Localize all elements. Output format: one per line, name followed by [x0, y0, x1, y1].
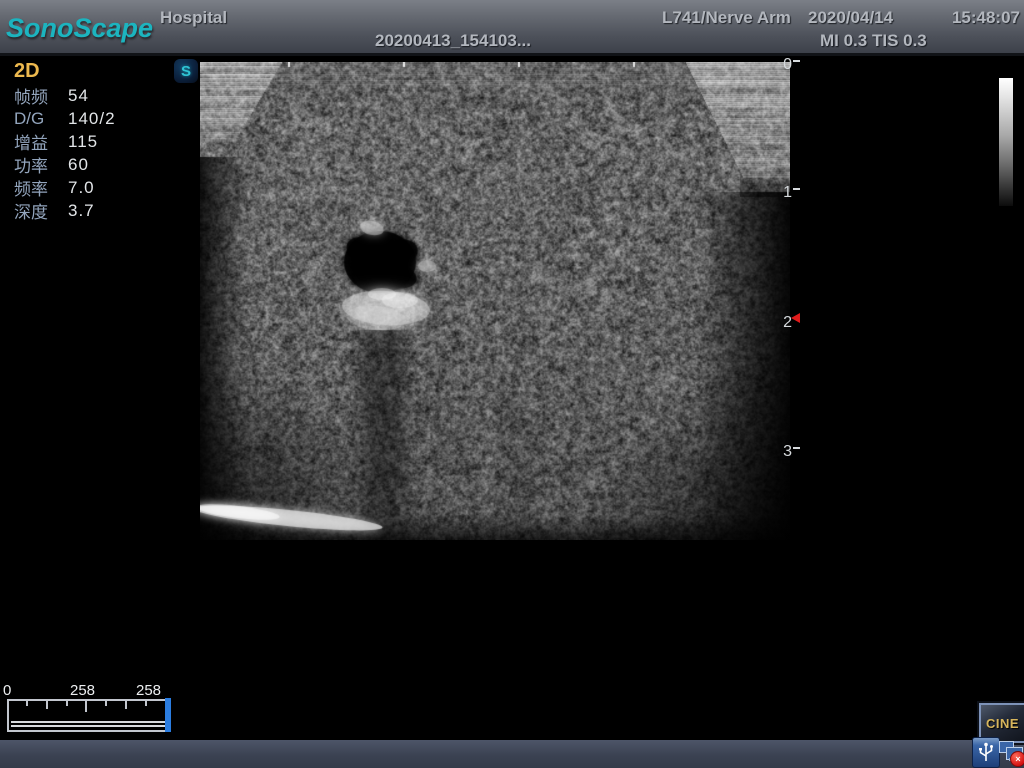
param-label: D/G	[14, 109, 68, 129]
study-id: 20200413_154103...	[375, 31, 531, 51]
orientation-letter: S	[181, 63, 191, 80]
param-row-frequency: 频率 7.0	[14, 176, 174, 199]
param-row-power: 功率 60	[14, 153, 174, 176]
depth-marker-0: 0	[776, 56, 810, 74]
depth-tick	[793, 60, 800, 62]
param-row-gain: 增益 115	[14, 130, 174, 153]
ruler-tick	[26, 701, 28, 706]
ruler-tick	[66, 701, 68, 706]
hospital-name: Hospital	[160, 8, 227, 28]
cine-cursor[interactable]	[165, 698, 171, 732]
focus-marker-icon[interactable]	[791, 313, 800, 323]
system-time: 15:48:07	[952, 8, 1020, 28]
taskbar	[0, 740, 1024, 768]
param-label: 帧频	[14, 83, 68, 108]
ruler-tick	[105, 701, 107, 706]
probe-orientation-marker: S	[174, 59, 198, 83]
param-value: 7.0	[68, 178, 95, 198]
network-disconnected-icon[interactable]: ×	[998, 740, 1024, 766]
depth-tick	[793, 188, 800, 190]
top-bar: SonoScape Hospital 20200413_154103... L7…	[0, 0, 1024, 56]
param-label: 深度	[14, 198, 68, 223]
system-date: 2020/04/14	[808, 8, 893, 28]
grayscale-bar	[999, 78, 1013, 206]
param-value: 3.7	[68, 201, 95, 221]
ultrasound-canvas	[200, 62, 790, 540]
error-badge: ×	[1010, 751, 1024, 767]
param-row-depth: 深度 3.7	[14, 199, 174, 222]
depth-marker-1: 1	[776, 184, 810, 202]
cine-track-line	[11, 725, 165, 727]
param-row-dynamic-range: D/G 140/2	[14, 107, 174, 130]
probe-preset: L741/Nerve Arm	[662, 8, 791, 28]
param-label: 增益	[14, 129, 68, 154]
ruler-tick	[46, 701, 48, 709]
param-value: 115	[68, 132, 98, 152]
param-label: 频率	[14, 175, 68, 200]
ruler-tick	[85, 701, 87, 712]
usb-trident-glyph	[977, 742, 995, 764]
ruler-tick	[145, 701, 147, 706]
cine-track-line	[11, 721, 165, 723]
mi-tis-indices: MI 0.3 TIS 0.3	[820, 31, 927, 51]
param-value: 140/2	[68, 109, 116, 129]
param-row-frame-rate: 帧频 54	[14, 84, 174, 107]
param-value: 60	[68, 155, 89, 175]
cine-start-label: 0	[3, 682, 11, 699]
param-label: 功率	[14, 152, 68, 177]
depth-tick	[793, 447, 800, 449]
ruler-tick	[125, 701, 127, 709]
depth-marker-3: 3	[776, 443, 810, 461]
cine-current-label: 258	[70, 682, 95, 699]
usb-icon[interactable]	[972, 737, 1000, 768]
cine-total-label: 258	[136, 682, 161, 699]
sonoscape-logo: SonoScape	[6, 13, 153, 44]
param-value: 54	[68, 86, 89, 106]
mode-label: 2D	[14, 60, 174, 84]
parameter-panel: 2D 帧频 54 D/G 140/2 增益 115 功率 60 频率 7.0 深…	[14, 60, 174, 222]
cine-ruler[interactable]	[7, 699, 169, 732]
